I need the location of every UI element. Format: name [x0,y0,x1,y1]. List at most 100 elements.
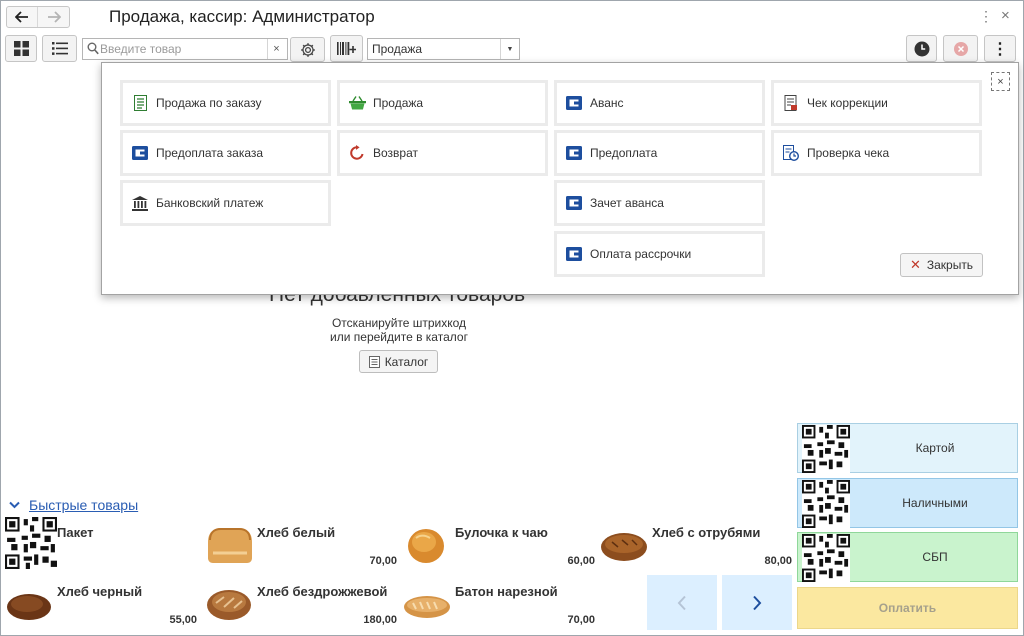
wallet-icon [565,144,583,162]
tile-view-button[interactable] [5,35,37,62]
op-return[interactable]: Возврат [337,130,548,176]
history-button[interactable] [906,35,937,62]
op-label: Предоплата [590,146,658,160]
pay-cash-label: Наличными [902,496,968,510]
op-bank-payment[interactable]: Банковский платеж [120,180,331,226]
popup-close-button[interactable]: ✕ Закрыть [900,253,983,277]
navigation-buttons [6,6,70,28]
op-label: Чек коррекции [807,96,888,110]
close-icon: ✕ [909,257,921,272]
op-label: Проверка чека [807,146,890,160]
pay-cash-button[interactable]: Наличными [797,478,1018,528]
barcode-button[interactable] [330,35,363,62]
popup-close-label: Закрыть [926,258,974,272]
op-label: Возврат [373,146,418,160]
op-label: Продажа [373,96,424,110]
pay-sbp-label: СБП [922,550,948,564]
op-label: Оплата рассрочки [590,247,692,261]
quick-item-name: Булочка к чаю [455,525,548,540]
pay-by-card-button[interactable]: Картой [797,423,1018,473]
pay-by-card-label: Картой [915,441,955,455]
forward-button[interactable] [38,7,69,27]
back-button[interactable] [7,7,39,27]
product-search: × [82,38,288,60]
op-label: Предоплата заказа [156,146,264,160]
quick-item-name: Хлеб белый [257,525,336,540]
op-installment-payment[interactable]: Оплата рассрочки [554,231,765,277]
quick-item-name: Хлеб черный [57,584,143,599]
bank-icon [131,194,149,212]
empty-hint-line-2: или перейдите в каталог [330,330,468,344]
qr-code-icon [802,534,850,582]
op-correction-receipt[interactable]: Чек коррекции [771,80,982,126]
search-settings-button[interactable] [290,37,325,62]
receipt-correction-icon [782,94,800,112]
bun-icon [408,529,444,563]
quick-item-black-bread[interactable]: Хлеб черный 55,00 [5,574,203,632]
empty-cart-hint: Отсканируйте штрихкод или перейдите в ка… [300,316,498,344]
operation-mode-value: Продажа [372,42,423,56]
qr-code-icon [5,517,57,569]
search-clear-button[interactable]: × [267,39,285,59]
window-menu-icon[interactable]: ⋮ [979,8,993,25]
wallet-icon [565,94,583,112]
quick-item-price: 80,00 [764,555,792,567]
quick-prev-page-button[interactable] [647,575,717,630]
quick-item-bran-bread[interactable]: Хлеб с отрубями 80,00 [600,515,798,573]
white-bread-icon [208,528,252,563]
cancel-circle-icon [953,41,968,56]
quick-item-price: 55,00 [169,614,197,626]
pay-sbp-button[interactable]: СБП [797,532,1018,582]
quick-item-price: 60,00 [567,555,595,567]
wallet-icon [565,245,583,263]
quick-item-name: Хлеб бездрожжевой [257,584,388,599]
op-order-prepayment[interactable]: Предоплата заказа [120,130,331,176]
op-advance-offset[interactable]: Зачет аванса [554,180,765,226]
wallet-icon [131,144,149,162]
order-doc-icon [131,94,149,112]
op-advance[interactable]: Аванс [554,80,765,126]
quick-item-bag[interactable]: Пакет [5,515,203,573]
wallet-icon [565,194,583,212]
qr-code-icon [802,425,850,473]
grid-icon [13,41,29,56]
popup-close-icon[interactable]: × [991,72,1010,91]
op-sale-by-order[interactable]: Продажа по заказу [120,80,331,126]
search-input[interactable] [100,40,262,58]
list-view-button[interactable] [42,35,77,62]
catalog-button[interactable]: Каталог [359,350,438,373]
pay-button[interactable]: Оплатить [797,587,1018,629]
chevron-down-icon [9,501,20,509]
quick-goods-toggle[interactable]: Быстрые товары [9,497,138,513]
quick-item-name: Хлеб с отрубями [652,525,761,540]
window-close-icon[interactable]: × [1001,7,1010,24]
list-icon [51,42,68,55]
quick-item-white-bread[interactable]: Хлеб белый 70,00 [205,515,403,573]
quick-item-bun[interactable]: Булочка к чаю 60,00 [403,515,601,573]
quick-item-price: 70,00 [369,555,397,567]
more-actions-button[interactable]: ⋮ [984,35,1016,62]
op-receipt-check[interactable]: Проверка чека [771,130,982,176]
op-label: Банковский платеж [156,196,264,210]
op-sale[interactable]: Продажа [337,80,548,126]
window-title: Продажа, кассир: Администратор [109,7,375,26]
quick-item-price: 70,00 [567,614,595,626]
barcode-icon [337,41,356,55]
quick-item-yeast-free-bread[interactable]: Хлеб бездрожжевой 180,00 [205,574,403,632]
quick-item-name: Батон нарезной [455,584,558,599]
empty-hint-line-1: Отсканируйте штрихкод [331,316,467,330]
return-arrow-icon [348,144,366,162]
quick-item-sliced-loaf[interactable]: Батон нарезной 70,00 [403,574,601,632]
catalog-icon [368,355,380,368]
cancel-receipt-button[interactable] [943,35,978,62]
op-prepayment[interactable]: Предоплата [554,130,765,176]
title-bar: Продажа, кассир: Администратор ⋮ × [0,0,1024,34]
clock-icon [914,41,929,56]
op-label: Аванс [590,96,624,110]
chevron-down-icon[interactable]: ▼ [500,39,519,59]
bran-bread-icon [601,533,647,561]
receipt-check-icon [782,144,800,162]
chevron-right-icon [753,595,762,610]
quick-next-page-button[interactable] [722,575,792,630]
operation-mode-select[interactable]: Продажа ▼ [367,38,520,60]
